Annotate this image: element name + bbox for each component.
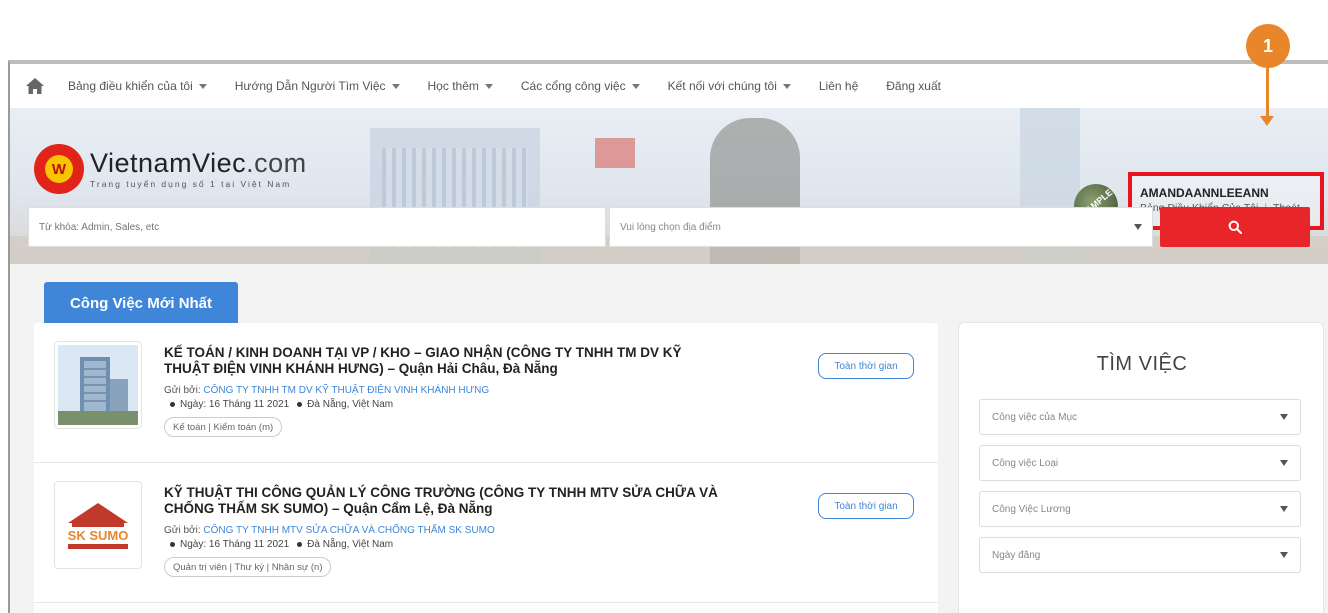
banner-flag <box>595 138 635 168</box>
job-date: Ngày: 16 Tháng 11 2021 <box>180 539 290 550</box>
company-link[interactable]: CÔNG TY TNHH MTV SỬA CHỮA VÀ CHỐNG THẤM … <box>203 525 494 536</box>
nav-item-learn-more[interactable]: Học thêm <box>428 79 493 93</box>
nav-item-contact[interactable]: Liên hệ <box>819 79 858 93</box>
callout-number: 1 <box>1262 35 1273 56</box>
bullet-icon <box>170 401 175 407</box>
search-icon <box>1228 220 1242 234</box>
bullet-icon <box>297 401 303 407</box>
nav-item-label: Bảng điều khiển của tôi <box>68 79 193 93</box>
filter-type-select[interactable]: Công việc Loại <box>979 445 1301 481</box>
location-select-value: Vui lòng chọn địa điểm <box>620 221 721 233</box>
nav-item-job-seeker-guide[interactable]: Hướng Dẫn Người Tìm Việc <box>235 79 400 93</box>
bullet-icon <box>297 541 303 547</box>
user-name: AMANDAANNLEEANN <box>1140 186 1269 200</box>
home-icon[interactable] <box>24 75 46 97</box>
nav-item-label: Học thêm <box>427 79 479 93</box>
logo-brand-suffix: .com <box>246 148 307 178</box>
logo-brand: VietnamViec.com <box>90 149 307 177</box>
posted-by-label: Gửi bởi: <box>164 525 201 536</box>
logo-brand-main: VietnamViec <box>90 148 247 178</box>
nav-item-label: Liên hệ <box>818 79 859 93</box>
annotation-callout-badge: 1 <box>1246 24 1290 68</box>
filter-date-select[interactable]: Ngày đăng <box>979 537 1301 573</box>
logo-mark: W <box>34 144 84 194</box>
job-title[interactable]: KẾ TOÁN / KINH DOANH TẠI VP / KHO – GIAO… <box>164 345 724 377</box>
job-listing[interactable]: SK SUMO KỸ THUẬT THI CÔNG QUẢN LÝ CÔNG T… <box>34 463 938 603</box>
job-search-panel: TÌM VIỆC Công việc của Mục Công việc Loạ… <box>958 322 1324 613</box>
nav-item-dashboard[interactable]: Bảng điều khiển của tôi <box>68 79 207 93</box>
annotation-callout-line <box>1266 68 1269 118</box>
job-title[interactable]: KỸ THUẬT THI CÔNG QUẢN LÝ CÔNG TRƯỜNG (C… <box>164 485 724 517</box>
chevron-down-icon <box>782 83 791 89</box>
job-location: Đà Nẵng, Việt Nam <box>307 539 394 550</box>
nav-item-job-portals[interactable]: Các cổng công việc <box>521 79 640 93</box>
nav-item-logout[interactable]: Đăng xuất <box>886 79 941 93</box>
panel-title: TÌM VIỆC <box>1096 353 1188 375</box>
job-list: KẾ TOÁN / KINH DOANH TẠI VP / KHO – GIAO… <box>34 323 938 613</box>
filter-label: Ngày đăng <box>992 549 1041 561</box>
dropdown-arrow-icon <box>1134 224 1142 230</box>
chevron-down-icon <box>484 83 493 89</box>
job-posted-by: Gửi bởi: CÔNG TY TNHH MTV SỬA CHỮA VÀ CH… <box>164 525 495 536</box>
nav-item-connect[interactable]: Kết nối với chúng tôi <box>668 79 791 93</box>
job-location: Đà Nẵng, Việt Nam <box>307 399 394 410</box>
job-posted-by: Gửi bởi: CÔNG TY TNHH TM DV KỸ THUẬT ĐIỆ… <box>164 385 489 396</box>
chevron-down-icon <box>198 83 207 89</box>
job-type-badge[interactable]: Toàn thời gian <box>818 353 914 379</box>
job-listing[interactable]: KẾ TOÁN / KINH DOANH TẠI VP / KHO – GIAO… <box>34 323 938 463</box>
search-button[interactable] <box>1160 207 1310 247</box>
chevron-down-icon <box>391 83 400 89</box>
filter-salary-select[interactable]: Công Việc Lương <box>979 491 1301 527</box>
job-meta: Ngày: 16 Tháng 11 2021 Đà Nẵng, Việt Nam <box>170 399 393 410</box>
dropdown-arrow-icon <box>1280 506 1288 512</box>
nav-item-label: Đăng xuất <box>886 79 941 93</box>
browser-frame: Bảng điều khiển của tôi Hướng Dẫn Người … <box>8 60 1328 613</box>
job-category-label: Kế toán | Kiểm toán (m) <box>173 421 274 433</box>
logo-mark-letter: W <box>45 155 73 183</box>
logo-tagline: Trang tuyển dụng số 1 tại Việt Nam <box>90 179 292 189</box>
nav-item-label: Các cổng công việc <box>520 79 626 93</box>
site-logo[interactable]: W VietnamViec.com Trang tuyển dụng số 1 … <box>34 144 307 194</box>
filter-label: Công việc Loại <box>992 457 1059 469</box>
filter-label: Công việc của Mục <box>992 411 1078 423</box>
tab-latest-jobs[interactable]: Công Việc Mới Nhất <box>44 282 238 324</box>
filter-category-select[interactable]: Công việc của Mục <box>979 399 1301 435</box>
job-type-badge[interactable]: Toàn thời gian <box>818 493 914 519</box>
company-link[interactable]: CÔNG TY TNHH TM DV KỸ THUẬT ĐIỆN VINH KH… <box>203 385 489 396</box>
job-category-tag[interactable]: Quản trị viên | Thư ký | Nhân sự (n) <box>164 557 332 577</box>
nav-item-label: Kết nối với chúng tôi <box>667 79 777 93</box>
filter-label: Công Việc Lương <box>992 503 1071 515</box>
tab-label: Công Việc Mới Nhất <box>69 294 213 312</box>
company-logo[interactable] <box>54 341 142 429</box>
job-category-label: Quản trị viên | Thư ký | Nhân sự (n) <box>173 561 323 573</box>
keyword-search-input[interactable] <box>39 208 595 246</box>
company-logo-text: SK SUMO <box>68 528 129 543</box>
company-logo[interactable]: SK SUMO <box>54 481 142 569</box>
dropdown-arrow-icon <box>1280 414 1288 420</box>
annotation-arrow-icon <box>1260 116 1274 126</box>
job-type-label: Toàn thời gian <box>834 360 898 372</box>
dropdown-arrow-icon <box>1280 460 1288 466</box>
job-category-tag[interactable]: Kế toán | Kiểm toán (m) <box>164 417 283 437</box>
nav-item-label: Hướng Dẫn Người Tìm Việc <box>234 79 386 93</box>
location-select[interactable]: Vui lòng chọn địa điểm <box>609 207 1153 247</box>
dropdown-arrow-icon <box>1280 552 1288 558</box>
keyword-search-field[interactable] <box>28 207 606 247</box>
chevron-down-icon <box>631 83 640 89</box>
bullet-icon <box>170 541 175 547</box>
job-date: Ngày: 16 Tháng 11 2021 <box>180 399 290 410</box>
job-meta: Ngày: 16 Tháng 11 2021 Đà Nẵng, Việt Nam <box>170 539 393 550</box>
logo-text: VietnamViec.com Trang tuyển dụng số 1 tạ… <box>90 149 307 189</box>
job-type-label: Toàn thời gian <box>834 500 898 512</box>
posted-by-label: Gửi bởi: <box>164 385 201 396</box>
top-navigation: Bảng điều khiển của tôi Hướng Dẫn Người … <box>10 64 1328 108</box>
